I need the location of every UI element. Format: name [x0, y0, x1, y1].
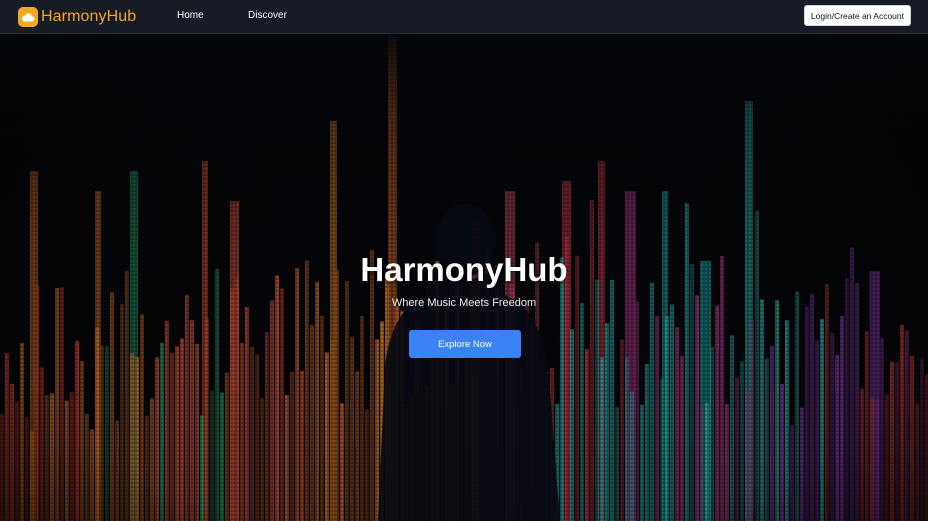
navbar: HarmonyHub Home Discover Login/Create an… [0, 0, 928, 34]
page: HarmonyHub Home Discover Login/Create an… [0, 0, 928, 521]
nav-link-discover[interactable]: Discover [248, 10, 287, 21]
hero-title: HarmonyHub [360, 251, 568, 288]
explore-now-button[interactable]: Explore Now [409, 330, 521, 358]
hero-content: HarmonyHub Where Music Meets Freedom Exp… [0, 35, 928, 521]
hero-subtitle: Where Music Meets Freedom [391, 297, 537, 309]
hero-section: HarmonyHub Where Music Meets Freedom Exp… [0, 35, 928, 521]
nav-link-home[interactable]: Home [177, 10, 204, 21]
brand-name: HarmonyHub [41, 8, 137, 25]
brand[interactable]: HarmonyHub [18, 6, 136, 28]
cloud-icon [18, 7, 38, 27]
login-create-account-button[interactable]: Login/Create an Account [803, 5, 911, 26]
